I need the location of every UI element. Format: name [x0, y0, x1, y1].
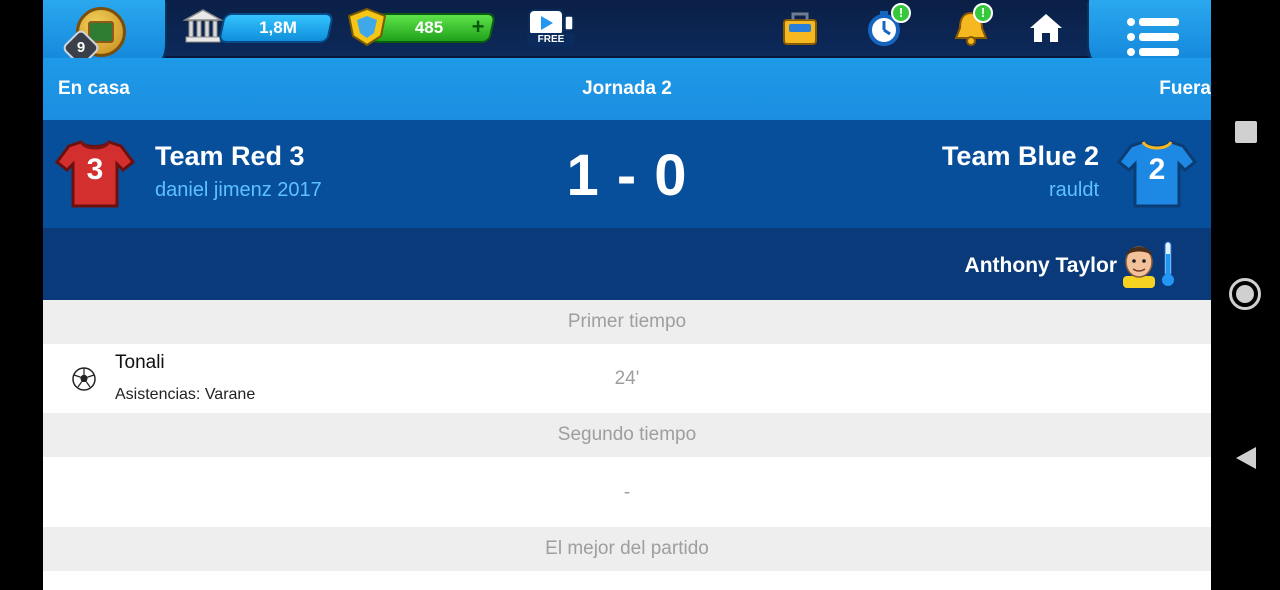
- bank-icon[interactable]: [183, 8, 223, 46]
- app-window: 9 1,8M 485 + FREE ! ! En casa Jornada 2 …: [43, 0, 1211, 590]
- shield-token-icon: [347, 7, 387, 47]
- soccer-ball-icon: [72, 367, 96, 391]
- goal-minute: 24': [614, 368, 640, 389]
- bell-alert-badge: !: [973, 3, 993, 23]
- first-half-header: Primer tiempo: [43, 300, 1211, 344]
- referee-name[interactable]: Anthony Taylor: [817, 252, 1117, 280]
- away-team-name[interactable]: Team Blue 2: [942, 139, 1099, 173]
- goal-scorer: Tonali: [115, 352, 165, 373]
- second-half-header: Segundo tiempo: [43, 413, 1211, 457]
- home-icon[interactable]: [1026, 8, 1066, 48]
- away-shirt-number: 2: [1148, 153, 1166, 186]
- free-label: FREE: [527, 33, 575, 47]
- home-manager-name[interactable]: daniel jimenz 2017: [155, 177, 322, 203]
- away-side-label: Fuera: [1159, 78, 1211, 99]
- money-value: 1,8M: [259, 18, 297, 37]
- home-nav-dot: [1236, 285, 1254, 303]
- back-icon[interactable]: [1234, 445, 1258, 471]
- mvp-header: El mejor del partido: [43, 527, 1211, 571]
- tokens-value: 485: [414, 18, 444, 37]
- menu-icon[interactable]: [1125, 16, 1181, 58]
- round-label: Jornada 2: [582, 78, 672, 99]
- referee-avatar[interactable]: [1119, 240, 1159, 288]
- home-side-label: En casa: [58, 78, 130, 99]
- no-events-placeholder: -: [623, 482, 631, 503]
- home-shirt-number: 3: [86, 153, 104, 186]
- level-number: 9: [76, 39, 86, 56]
- thermometer-icon: [1162, 241, 1174, 286]
- home-team-name[interactable]: Team Red 3: [155, 139, 305, 173]
- recent-apps-button[interactable]: [1235, 121, 1257, 143]
- away-manager-name[interactable]: rauldt: [1049, 177, 1099, 203]
- osm-shop-icon[interactable]: [780, 8, 820, 48]
- mvp-row[interactable]: [43, 571, 1211, 590]
- goal-assist: Asistencias: Varane: [115, 386, 256, 403]
- match-score: 1 - 0: [566, 143, 688, 208]
- plus-icon[interactable]: +: [468, 16, 488, 38]
- timer-alert-badge: !: [891, 3, 911, 23]
